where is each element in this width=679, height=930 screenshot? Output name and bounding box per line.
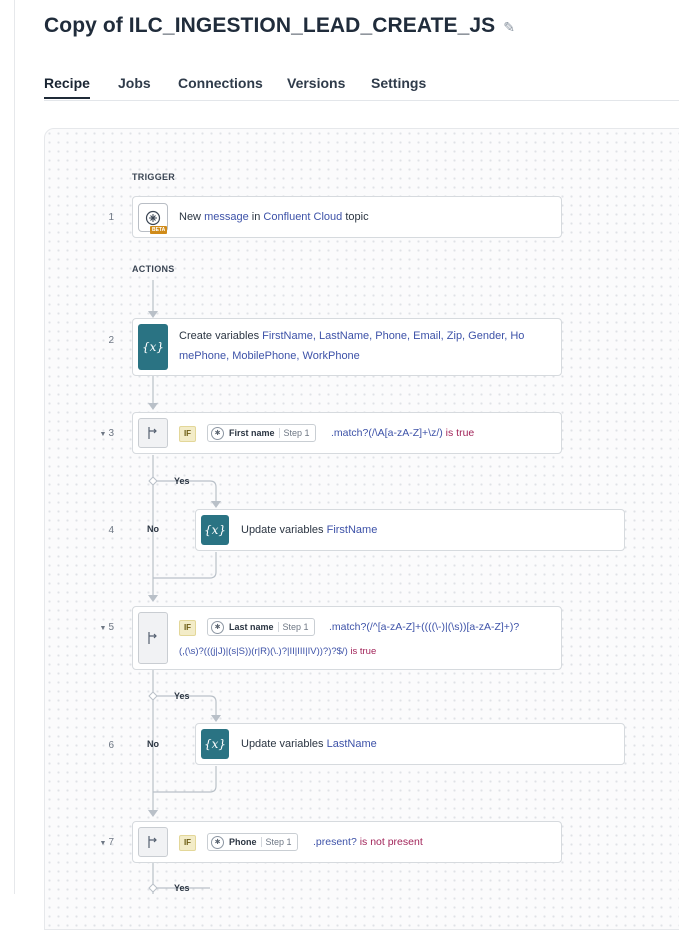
if-badge: IF xyxy=(179,835,196,851)
collapse-caret-icon[interactable]: ▼ xyxy=(100,625,107,632)
if-condition-card[interactable]: IF ✱ First name Step 1 .match?(/\A[a-zA-Z]… xyxy=(132,412,562,454)
confluent-icon: ✱ xyxy=(211,835,224,849)
beta-badge: BETA xyxy=(150,226,168,234)
confluent-icon: ✱ xyxy=(211,426,224,440)
tab-recipe[interactable]: Recipe xyxy=(44,75,90,99)
create-variables-text: Create variables FirstName, LastName, Ph… xyxy=(179,330,525,362)
step-number: 4 xyxy=(108,525,114,536)
collapse-caret-icon[interactable]: ▼ xyxy=(100,840,107,847)
step-number: 6 xyxy=(108,740,114,751)
if-badge: IF xyxy=(179,426,196,442)
collapse-caret-icon[interactable]: ▼ xyxy=(100,431,107,438)
step-number[interactable]: ▼ 5 xyxy=(94,622,115,633)
step-number: 1 xyxy=(108,212,114,223)
branch-yes-label: Yes xyxy=(174,691,190,701)
condition-text: .present? is not present xyxy=(313,836,423,848)
tab-versions[interactable]: Versions xyxy=(287,75,345,91)
variable-icon: {x} xyxy=(138,324,168,370)
recipe-title: Copy of ILC_INGESTION_LEAD_CREATE_JS ✎ xyxy=(44,14,515,38)
update-variables-text: Update variables LastName xyxy=(241,738,377,750)
branch-yes-label: Yes xyxy=(174,476,190,486)
tab-settings[interactable]: Settings xyxy=(371,75,426,91)
branch-icon xyxy=(138,612,168,664)
branch-icon xyxy=(138,827,168,857)
condition-text: .match?(/^[a-zA-Z]+((((\-)|(\s))[a-zA-Z]… xyxy=(329,621,520,633)
step-number[interactable]: ▼ 3 xyxy=(94,428,115,439)
trigger-step-text: New message in Confluent Cloud topic xyxy=(179,211,369,223)
actions-section-label: ACTIONS xyxy=(132,264,175,274)
pencil-icon[interactable]: ✎ xyxy=(503,19,515,35)
recipe-title-text: Copy of ILC_INGESTION_LEAD_CREATE_JS xyxy=(44,14,496,37)
update-variables-step-card[interactable]: {x} Update variables FirstName xyxy=(195,509,625,551)
datapill-first-name[interactable]: ✱ First name Step 1 xyxy=(207,424,316,442)
variable-icon: {x} xyxy=(201,515,229,545)
condition-text: .match?(/\A[a-zA-Z]+\z/) is true xyxy=(331,427,475,439)
create-variables-step-card[interactable]: {x} Create variables FirstName, LastName… xyxy=(132,318,562,376)
branch-no-label: No xyxy=(147,739,159,749)
trigger-section-label: TRIGGER xyxy=(132,172,176,182)
datapill-last-name[interactable]: ✱ Last name Step 1 xyxy=(207,618,315,636)
branch-no-label: No xyxy=(147,524,159,534)
if-condition-card[interactable]: IF ✱ Phone Step 1 .present? is not present xyxy=(132,821,562,863)
step-number[interactable]: ▼ 7 xyxy=(94,837,115,848)
update-variables-text: Update variables FirstName xyxy=(241,524,378,536)
step-number: 2 xyxy=(108,335,114,346)
confluent-icon: ✱ xyxy=(211,620,224,634)
update-variables-step-card[interactable]: {x} Update variables LastName xyxy=(195,723,625,765)
if-condition-card[interactable]: IF ✱ Last name Step 1 .match?(/^[a-zA-Z]+(… xyxy=(132,606,562,670)
trigger-step-card[interactable]: BETA New message in Confluent Cloud topi… xyxy=(132,196,562,238)
branch-yes-label: Yes xyxy=(174,883,190,893)
datapill-phone[interactable]: ✱ Phone Step 1 xyxy=(207,833,298,851)
variable-icon: {x} xyxy=(201,729,229,759)
tab-jobs[interactable]: Jobs xyxy=(118,75,151,91)
branch-icon xyxy=(138,418,168,448)
if-badge: IF xyxy=(179,620,196,636)
tab-bar: Recipe Jobs Connections Versions Setting… xyxy=(44,72,679,101)
tab-connections[interactable]: Connections xyxy=(178,75,263,91)
condition-text-line2: (,(\s)?(((j|J)|(s|S))(r|R)(\.)?|II|III|I… xyxy=(179,646,377,657)
